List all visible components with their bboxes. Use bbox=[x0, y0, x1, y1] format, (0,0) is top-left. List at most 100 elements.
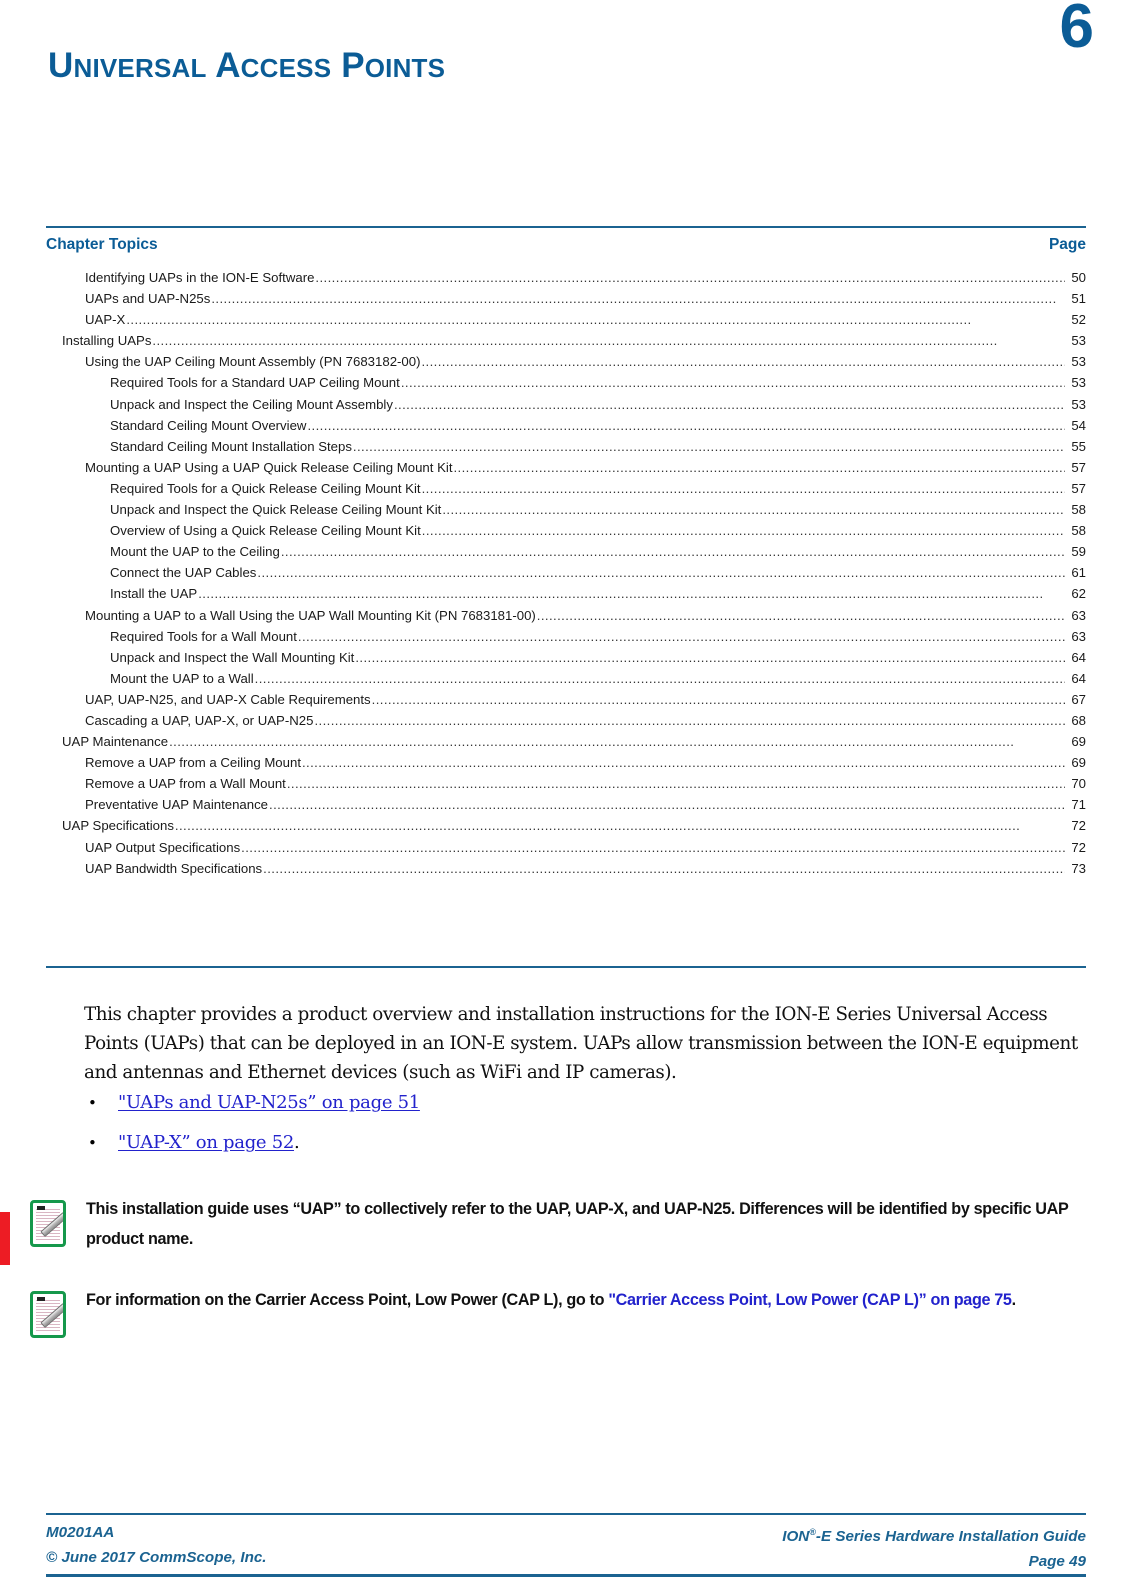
toc-entry[interactable]: UAP Maintenance.........................… bbox=[46, 735, 1086, 756]
toc-entry[interactable]: Mounting a UAP to a Wall Using the UAP W… bbox=[46, 608, 1086, 630]
toc-entry[interactable]: Cascading a UAP, UAP-X, or UAP-N25......… bbox=[46, 714, 1086, 735]
toc-entry-page: 53 bbox=[1071, 354, 1086, 370]
cross-reference-item[interactable]: • "UAPs and UAP-N25s” on page 51 bbox=[84, 1092, 984, 1132]
toc-entry[interactable]: UAP Bandwidth Specifications............… bbox=[46, 861, 1086, 883]
toc-leader-dots: ........................................… bbox=[152, 334, 998, 348]
page-column-label: Page bbox=[1048, 236, 1086, 253]
note-2-trailing: . bbox=[1011, 1291, 1017, 1309]
toc-entry[interactable]: Mounting a UAP Using a UAP Quick Release… bbox=[46, 461, 1086, 482]
footer-guide-title: ION®-E Series Hardware Installation Guid… bbox=[782, 1520, 1086, 1549]
toc-leader-dots: ........................................… bbox=[315, 271, 1065, 285]
toc-entry-label: Remove a UAP from a Wall Mount bbox=[85, 776, 286, 792]
toc-entry[interactable]: Preventative UAP Maintenance............… bbox=[46, 798, 1086, 819]
toc-entry[interactable]: Required Tools for a Wall Mount.........… bbox=[46, 629, 1086, 651]
toc-leader-dots: ........................................… bbox=[269, 798, 1065, 812]
toc-entry[interactable]: Connect the UAP Cables..................… bbox=[46, 566, 1086, 587]
toc-leader-dots: ........................................… bbox=[421, 481, 1065, 496]
toc-entry[interactable]: UAP-X...................................… bbox=[46, 313, 1086, 334]
toc-entry-label: Mounting a UAP Using a UAP Quick Release… bbox=[85, 459, 453, 475]
toc-entry[interactable]: Required Tools for a Standard UAP Ceilin… bbox=[46, 376, 1086, 397]
toc-leader-dots: ........................................… bbox=[257, 566, 1065, 580]
toc-entry[interactable]: Overview of Using a Quick Release Ceilin… bbox=[46, 524, 1086, 545]
toc-leader-dots: ........................................… bbox=[314, 713, 1065, 728]
note-2-link[interactable]: "Carrier Access Point, Low Power (CAP L)… bbox=[608, 1291, 1012, 1309]
note-pencil-icon bbox=[30, 1291, 66, 1338]
note-2-body: For information on the Carrier Access Po… bbox=[86, 1291, 609, 1309]
toc-entry-page: 67 bbox=[1071, 691, 1086, 707]
chapter-topics-header: Chapter Topics Page bbox=[46, 228, 1086, 254]
chapter-number: 6 bbox=[1059, 0, 1094, 61]
toc-entry-page: 55 bbox=[1071, 438, 1086, 454]
footer-doc-number: M0201AA bbox=[46, 1524, 115, 1541]
toc-entry[interactable]: Unpack and Inspect the Wall Mounting Kit… bbox=[46, 649, 1086, 672]
toc-leader-dots: ........................................… bbox=[211, 292, 1057, 306]
toc-leader-dots: ........................................… bbox=[241, 840, 1065, 854]
note-pencil-icon bbox=[30, 1200, 66, 1247]
toc-entry[interactable]: Mount the UAP to a Wall.................… bbox=[46, 672, 1086, 693]
toc-leader-dots: ........................................… bbox=[400, 376, 1065, 390]
toc-entry[interactable]: Remove a UAP from a Wall Mount..........… bbox=[46, 777, 1086, 798]
note-box-1: This installation guide uses “UAP” to co… bbox=[30, 1194, 1090, 1254]
toc-entry-label: Mount the UAP to a Wall bbox=[110, 670, 254, 686]
note-1-body: This installation guide uses “UAP” to co… bbox=[86, 1200, 1069, 1248]
toc-entry-label: Unpack and Inspect the Wall Mounting Kit bbox=[110, 649, 355, 665]
bullet-icon: • bbox=[88, 1134, 97, 1152]
toc-leader-dots: ........................................… bbox=[371, 692, 1065, 707]
toc-entry[interactable]: Required Tools for a Quick Release Ceili… bbox=[46, 482, 1086, 503]
toc-entry[interactable]: Unpack and Inspect the Quick Release Cei… bbox=[46, 503, 1086, 524]
document-page: 6 UNIVERSAL ACCESS POINTS Chapter Topics… bbox=[0, 0, 1131, 1579]
toc-entry[interactable]: UAP Specifications......................… bbox=[46, 819, 1086, 840]
note-text-1: This installation guide uses “UAP” to co… bbox=[66, 1194, 1090, 1254]
toc-entry[interactable]: Identifying UAPs in the ION-E Software..… bbox=[46, 271, 1086, 292]
toc-entry-page: 69 bbox=[1071, 755, 1086, 771]
cross-reference-link[interactable]: "UAPs and UAP-N25s” on page 51 bbox=[118, 1092, 420, 1113]
toc-leader-dots: ........................................… bbox=[421, 524, 1065, 538]
chapter-topics-label: Chapter Topics bbox=[46, 236, 158, 253]
toc-entry-label: Unpack and Inspect the Quick Release Cei… bbox=[110, 502, 442, 518]
toc-leader-dots: ........................................… bbox=[280, 545, 1065, 559]
toc-entry-page: 64 bbox=[1071, 670, 1086, 686]
toc-entry[interactable]: UAP Output Specifications...............… bbox=[46, 840, 1086, 862]
toc-entry-page: 57 bbox=[1071, 480, 1086, 496]
cross-reference-link[interactable]: "UAP-X” on page 52 bbox=[118, 1132, 294, 1153]
toc-entry[interactable]: Using the UAP Ceiling Mount Assembly (PN… bbox=[46, 355, 1086, 376]
toc-entry-page: 54 bbox=[1071, 417, 1086, 433]
toc-entry[interactable]: Mount the UAP to the Ceiling............… bbox=[46, 545, 1086, 566]
toc-entry-label: Install the UAP bbox=[110, 586, 198, 602]
toc-leader-dots: ........................................… bbox=[297, 629, 1065, 643]
toc-leader-dots: ........................................… bbox=[307, 418, 1065, 432]
toc-entry-page: 68 bbox=[1071, 712, 1086, 728]
toc-leader-dots: ........................................… bbox=[174, 819, 1021, 833]
toc-entry-label: Overview of Using a Quick Release Ceilin… bbox=[110, 523, 421, 539]
toc-leader-dots: ........................................… bbox=[421, 355, 1065, 369]
bullet-icon: • bbox=[88, 1094, 97, 1112]
toc-leader-dots: ........................................… bbox=[286, 777, 1065, 791]
toc-entry[interactable]: Unpack and Inspect the Ceiling Mount Ass… bbox=[46, 396, 1086, 419]
toc-leader-dots: ........................................… bbox=[355, 650, 1065, 664]
footer-divider-bottom bbox=[46, 1574, 1086, 1577]
toc-entry[interactable]: Installing UAPs.........................… bbox=[46, 334, 1086, 355]
toc-leader-dots: ........................................… bbox=[254, 671, 1065, 685]
toc-entry-label: UAP-X bbox=[85, 312, 126, 328]
toc-list: Identifying UAPs in the ION-E Software..… bbox=[46, 271, 1086, 883]
toc-entry[interactable]: Remove a UAP from a Ceiling Mount.......… bbox=[46, 756, 1086, 777]
chapter-title-word-1: UNIVERSAL bbox=[48, 46, 207, 85]
toc-entry-label: Unpack and Inspect the Ceiling Mount Ass… bbox=[110, 396, 393, 412]
toc-entry-page: 58 bbox=[1071, 523, 1086, 539]
divider-below-toc bbox=[46, 966, 1086, 968]
toc-entry-label: UAP Maintenance bbox=[62, 734, 169, 750]
toc-leader-dots: ........................................… bbox=[352, 439, 1065, 453]
toc-entry-page: 57 bbox=[1071, 459, 1086, 475]
toc-entry[interactable]: Install the UAP.........................… bbox=[46, 587, 1086, 608]
toc-entry[interactable]: UAP, UAP-N25, and UAP-X Cable Requiremen… bbox=[46, 693, 1086, 714]
toc-entry-page: 53 bbox=[1071, 375, 1086, 391]
change-bar bbox=[0, 1212, 10, 1265]
toc-leader-dots: ........................................… bbox=[442, 503, 1065, 517]
toc-entry-page: 72 bbox=[1071, 818, 1086, 834]
cross-reference-item[interactable]: • "UAP-X” on page 52. bbox=[84, 1132, 984, 1172]
toc-entry-label: Identifying UAPs in the ION-E Software bbox=[85, 270, 315, 285]
toc-entry[interactable]: Standard Ceiling Mount Installation Step… bbox=[46, 440, 1086, 461]
toc-entry[interactable]: UAPs and UAP-N25s.......................… bbox=[46, 292, 1086, 313]
toc-entry-label: Remove a UAP from a Ceiling Mount bbox=[85, 755, 301, 771]
toc-entry[interactable]: Standard Ceiling Mount Overview.........… bbox=[46, 417, 1086, 440]
